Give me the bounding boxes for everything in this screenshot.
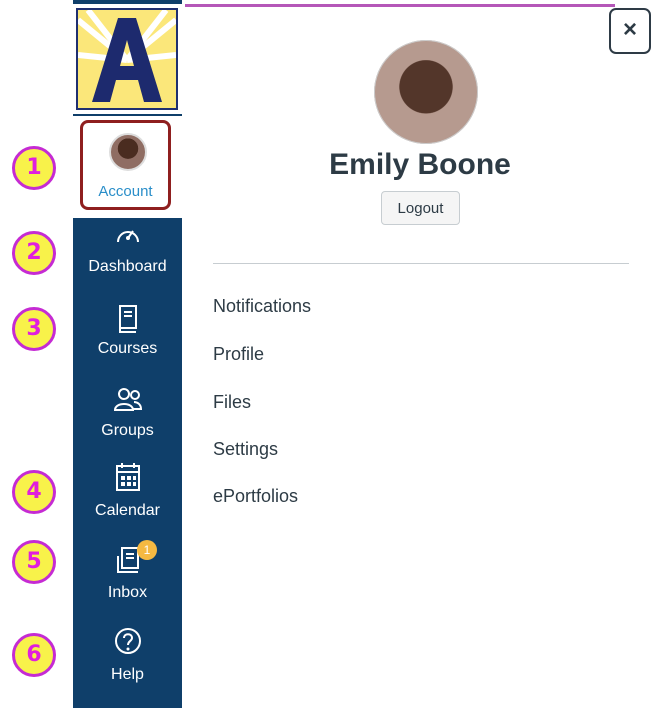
nav-label-inbox: Inbox — [107, 584, 148, 601]
divider — [213, 263, 629, 264]
logo-a-icon — [76, 8, 178, 108]
logout-button[interactable]: Logout — [381, 191, 460, 225]
unread-count-badge: 1 — [137, 540, 157, 560]
link-profile[interactable]: Profile — [213, 344, 264, 365]
institution-logo[interactable] — [73, 4, 182, 114]
link-notifications[interactable]: Notifications — [213, 296, 311, 317]
dashboard-icon — [116, 230, 139, 243]
nav-label-dashboard: Dashboard — [88, 258, 167, 275]
callout-3: 3 — [12, 307, 56, 351]
nav-item-groups[interactable]: Groups — [73, 386, 182, 462]
avatar — [109, 133, 147, 171]
nav-item-calendar[interactable]: Calendar — [73, 462, 182, 538]
help-icon — [114, 628, 141, 654]
account-nav-item[interactable]: Account — [68, 116, 182, 218]
nav-label-groups: Groups — [101, 422, 154, 439]
nav-label-courses: Courses — [97, 340, 158, 357]
book-icon — [118, 305, 137, 333]
groups-icon — [113, 388, 142, 411]
callout-2: 2 — [12, 231, 56, 275]
nav-item-inbox[interactable]: 1 Inbox — [73, 540, 182, 620]
nav-item-help[interactable]: Help — [73, 626, 182, 702]
link-settings[interactable]: Settings — [213, 439, 278, 460]
nav-item-courses[interactable]: Courses — [73, 304, 182, 380]
logo-frame — [76, 8, 178, 110]
account-label: Account — [98, 183, 153, 200]
nav-label-help: Help — [111, 666, 144, 683]
link-files[interactable]: Files — [213, 392, 251, 413]
profile-name: Emily Boone — [329, 148, 511, 181]
callout-6: 6 — [12, 633, 56, 677]
callout-5: 5 — [12, 540, 56, 584]
close-button[interactable]: × — [609, 8, 651, 54]
nav-item-dashboard[interactable]: Dashboard — [73, 222, 182, 298]
account-active-highlight: Account — [80, 120, 171, 210]
link-eportfolios[interactable]: ePortfolios — [213, 486, 298, 507]
calendar-icon — [115, 463, 140, 491]
callout-1: 1 — [12, 146, 56, 190]
callout-4: 4 — [12, 470, 56, 514]
tray-top-border — [185, 4, 615, 7]
nav-label-calendar: Calendar — [95, 502, 160, 519]
profile-avatar — [374, 40, 478, 144]
